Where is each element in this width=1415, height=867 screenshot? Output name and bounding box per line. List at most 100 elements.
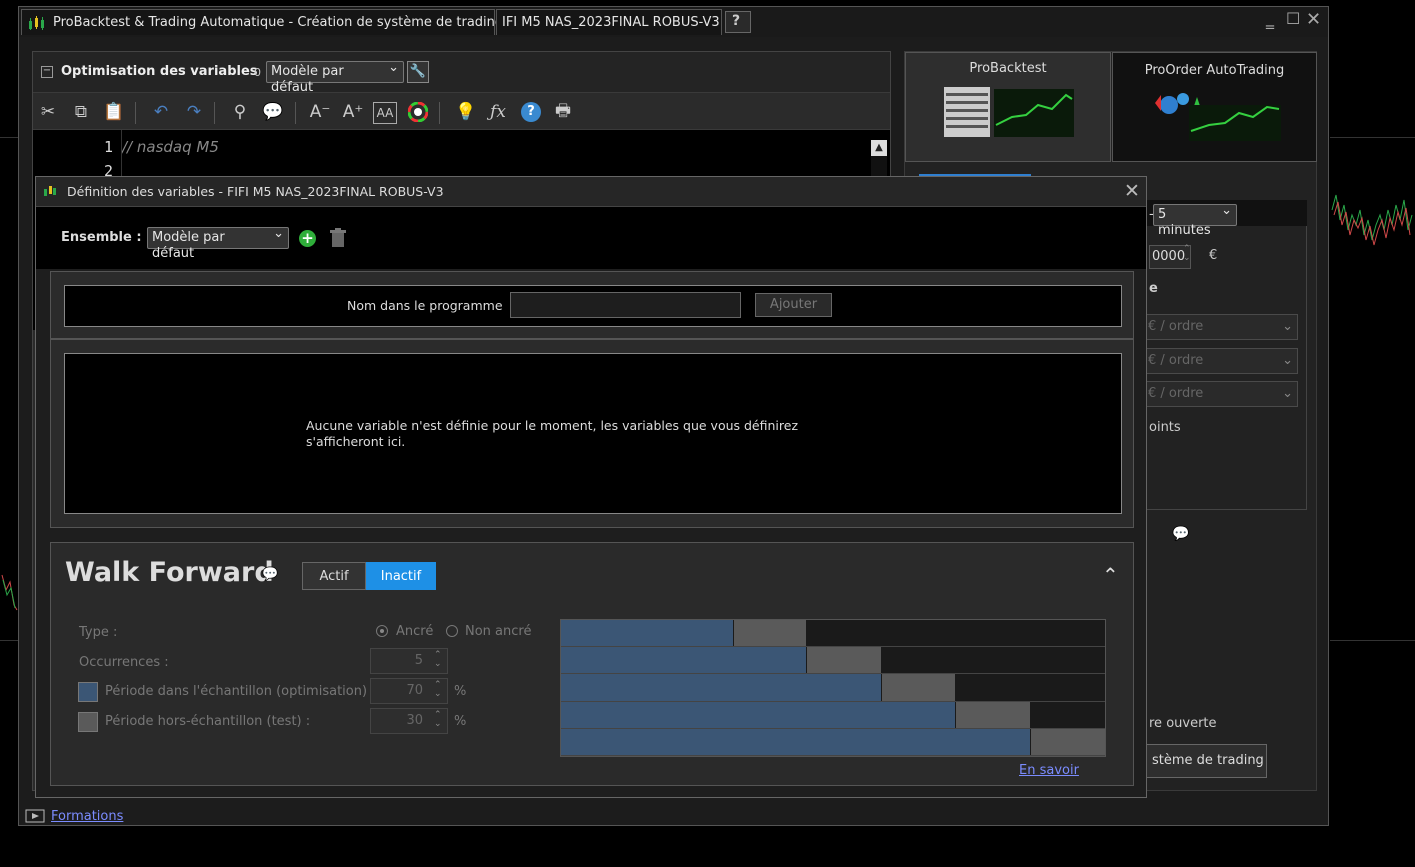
lightbulb-icon[interactable]: 💡 [453, 100, 479, 124]
cut-icon[interactable]: ✂ [35, 100, 61, 124]
undo-icon[interactable]: ↶ [148, 100, 174, 124]
points-label: oints [1149, 420, 1181, 435]
out-sample-bar [734, 620, 807, 647]
walk-forward-title: Walk Forward [65, 557, 274, 588]
empty-message: Aucune variable n'est définie pour le mo… [306, 418, 799, 449]
timeframe-select[interactable]: 5 minutes [1153, 203, 1237, 238]
in-sample-percent: % [454, 684, 467, 699]
copy-icon[interactable]: ⧉ [68, 100, 94, 124]
background-gridline [1330, 640, 1415, 641]
probacktest-chart-icon [944, 87, 1074, 137]
name-input-section: Nom dans le programme Ajouter [50, 271, 1134, 339]
out-sample-bar [807, 647, 881, 674]
editor-toolbar: ✂ ⧉ 📋 ↶ ↷ ⚲ 💬 A⁻ A⁺ AA 💡 ƒx ? 🖶 [33, 92, 890, 130]
out-sample-percent: % [454, 714, 467, 729]
search-icon[interactable]: ⚲ [227, 100, 253, 124]
increase-font-icon[interactable]: A⁺ [340, 100, 366, 124]
background-gridline [0, 137, 18, 138]
dialog-close-icon[interactable]: ✕ [1124, 180, 1140, 202]
out-sample-bar [955, 701, 1030, 728]
help-document-icon[interactable]: ? [725, 11, 751, 33]
template-select[interactable]: Modèle par défaut [266, 60, 404, 95]
name-label: Nom dans le programme [347, 298, 503, 313]
window-titlebar: ProBacktest & Trading Automatique - Créa… [19, 7, 1328, 37]
tab-probacktest[interactable]: ProBacktest [905, 52, 1111, 162]
paste-icon[interactable]: 📋 [101, 100, 127, 124]
create-trading-system-button[interactable]: stème de trading [1133, 744, 1267, 778]
anchored-label: Ancré [396, 624, 434, 639]
variables-list-section: Aucune variable n'est définie pour le mo… [50, 339, 1134, 528]
document-tab-label: IFI M5 NAS_2023FINAL ROBUS-V3 [502, 15, 720, 30]
in-sample-spinner-icon[interactable]: ⌃ ⌄ [434, 681, 442, 699]
in-sample-swatch [78, 682, 98, 702]
currency-label: € [1209, 248, 1218, 263]
comment-icon[interactable]: 💬 [260, 100, 286, 124]
formations-link[interactable]: Formations [51, 809, 123, 824]
in-sample-bar [561, 701, 955, 728]
video-icon [25, 809, 45, 823]
font-style-icon[interactable]: AA [373, 102, 397, 124]
redo-icon[interactable]: ↷ [181, 100, 207, 124]
order-fee-select[interactable]: € / ordre ⌄ [1143, 314, 1298, 340]
out-sample-swatch [78, 712, 98, 732]
app-title-tab[interactable]: ProBacktest & Trading Automatique - Créa… [21, 9, 503, 35]
ensemble-row: Ensemble : Modèle par défaut + [36, 207, 1146, 269]
optimization-title: Optimisation des variables [61, 64, 258, 79]
out-sample-spinner-icon[interactable]: ⌃ ⌄ [434, 711, 442, 729]
occurrences-label: Occurrences : [79, 655, 169, 670]
proorder-gears-icon [1155, 93, 1281, 141]
occurrences-spinner-icon[interactable]: ⌃ ⌄ [434, 651, 442, 669]
add-button[interactable]: Ajouter [755, 293, 832, 317]
wrench-icon[interactable]: 🔧 [407, 61, 429, 83]
app-title: ProBacktest & Trading Automatique - Créa… [53, 15, 504, 30]
toolbar-separator [295, 102, 296, 124]
document-tab[interactable]: IFI M5 NAS_2023FINAL ROBUS-V3 [496, 9, 722, 35]
color-wheel-icon[interactable] [405, 100, 431, 124]
ensemble-select[interactable]: Modèle par défaut [147, 226, 289, 261]
section-label: e [1149, 281, 1158, 296]
collapse-icon[interactable]: − [41, 66, 53, 78]
tab-probacktest-label: ProBacktest [969, 61, 1047, 76]
out-sample-label: Période hors-échantillon (test) : [105, 714, 311, 729]
order-fee-select[interactable]: € / ordre ⌄ [1143, 348, 1298, 374]
maximize-icon[interactable]: ☐ [1286, 9, 1300, 28]
in-sample-bar [561, 620, 734, 647]
editor-header: − Optimisation des variables 0 Modèle pa… [33, 52, 890, 95]
dialog-title: Définition des variables - FIFI M5 NAS_2… [67, 184, 444, 199]
capital-spinner-icon[interactable]: ⌃ ⌄ [1183, 245, 1191, 263]
anchored-radio[interactable] [376, 625, 388, 637]
variables-dialog: Définition des variables - FIFI M5 NAS_2… [35, 176, 1147, 798]
in-sample-bar [561, 728, 1030, 755]
print-icon[interactable]: 🖶 [550, 100, 576, 124]
actif-button[interactable]: Actif [302, 562, 366, 590]
in-sample-label: Période dans l'échantillon (optimisation… [105, 684, 368, 699]
scroll-up-icon[interactable]: ▲ [871, 140, 887, 156]
trash-icon[interactable] [329, 228, 347, 248]
line-number: 1 [103, 138, 113, 156]
learn-more-link[interactable]: En savoir [1019, 763, 1079, 778]
tab-proorder[interactable]: ProOrder AutoTrading [1112, 52, 1317, 162]
add-ensemble-icon[interactable]: + [299, 230, 316, 247]
background-candles [1331, 194, 1413, 246]
help-icon[interactable]: ? [518, 100, 544, 124]
out-sample-bar [881, 674, 955, 701]
background-gridline [1330, 137, 1415, 138]
tab-proorder-label: ProOrder AutoTrading [1144, 63, 1285, 78]
non-anchored-radio[interactable] [446, 625, 458, 637]
close-window-icon[interactable]: ✕ [1306, 9, 1321, 30]
open-position-label: re ouverte [1149, 716, 1217, 731]
inactif-button[interactable]: Inactif [366, 562, 436, 590]
order-fee-select[interactable]: € / ordre ⌄ [1143, 381, 1298, 407]
timeframe-dash: - [1149, 207, 1154, 222]
function-icon[interactable]: ƒx [485, 100, 511, 124]
out-sample-bar [1030, 728, 1105, 755]
name-input[interactable] [510, 292, 741, 318]
decrease-font-icon[interactable]: A⁻ [307, 100, 333, 124]
collapse-chevron-icon[interactable]: ⌃ [1102, 563, 1119, 587]
in-sample-bar [561, 647, 807, 674]
walk-forward-info-icon[interactable]: 💬 [262, 567, 278, 582]
code-line[interactable]: // nasdaq M5 [122, 138, 219, 156]
minimize-icon[interactable]: ‗ [1266, 10, 1274, 29]
info-bubble-icon[interactable]: 💬 [1172, 526, 1189, 542]
ensemble-label: Ensemble : [61, 230, 142, 245]
